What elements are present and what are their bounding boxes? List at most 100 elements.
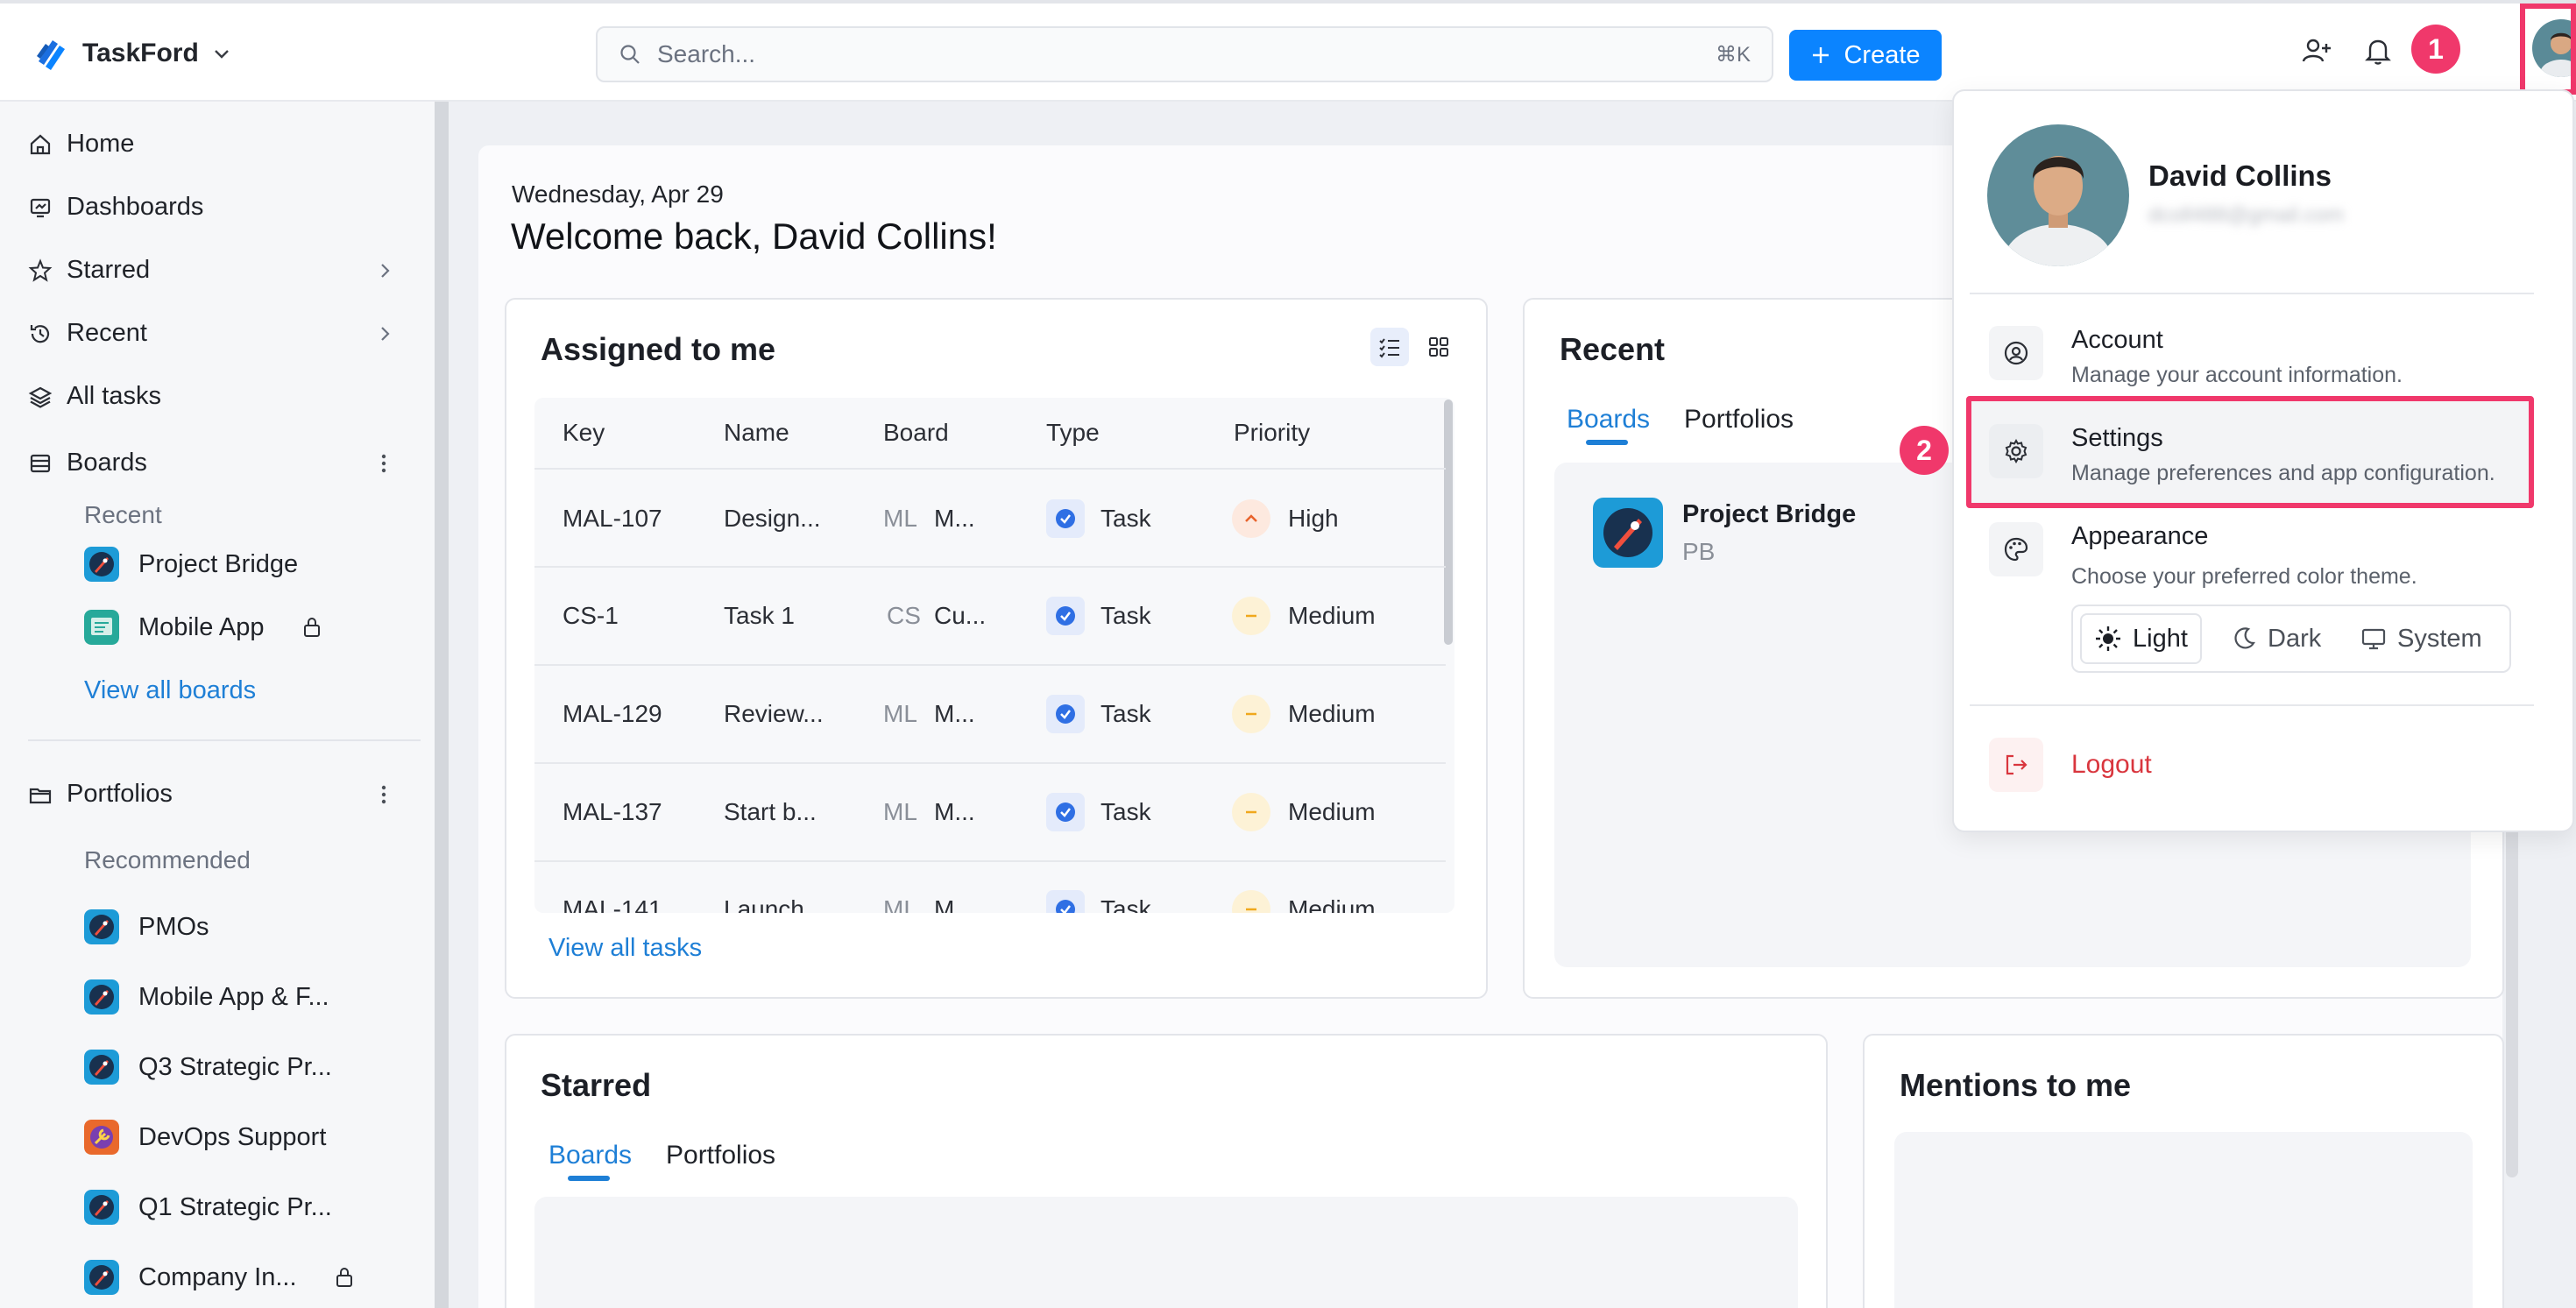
row-divider	[534, 860, 1446, 862]
theme-label: System	[2397, 624, 2482, 653]
priority-medium-icon	[1232, 890, 1270, 913]
theme-label: Light	[2133, 624, 2188, 653]
task-priority: Medium	[1288, 895, 1376, 913]
dashboard-icon	[30, 198, 51, 217]
rocket-icon	[84, 547, 119, 582]
profile-email: dcoll488@gmail.com	[2148, 203, 2345, 227]
account-description: Manage your account information.	[2071, 363, 2403, 387]
sidebar-item-portfolios[interactable]: Portfolios	[28, 780, 173, 809]
boards-more-icon[interactable]	[377, 450, 391, 477]
folder-icon	[29, 788, 52, 803]
board-abbr: ML	[883, 700, 917, 727]
sidebar-board-project-bridge[interactable]: Project Bridge	[84, 547, 298, 582]
row-divider	[534, 762, 1446, 764]
task-name: Start b...	[724, 798, 817, 825]
account-icon	[1989, 326, 2043, 380]
chevron-right-icon[interactable]	[375, 324, 394, 343]
view-all-tasks-link[interactable]: View all tasks	[548, 934, 702, 963]
task-type-icon	[1046, 695, 1085, 733]
board-name: M...	[934, 700, 975, 727]
task-name: Launch...	[724, 895, 825, 913]
sidebar-portfolio-item[interactable]: PMOs	[84, 909, 209, 944]
moon-icon	[2234, 627, 2255, 649]
view-all-boards-link[interactable]: View all boards	[84, 676, 256, 705]
welcome-heading: Welcome back, David Collins!	[511, 216, 997, 257]
priority-medium-icon	[1232, 597, 1270, 635]
starred-tab-portfolios[interactable]: Portfolios	[666, 1141, 775, 1170]
column-key[interactable]: Key	[563, 419, 605, 447]
current-date: Wednesday, Apr 29	[512, 180, 724, 208]
grid-view-icon[interactable]	[1419, 328, 1458, 366]
recent-board-item[interactable]: Project Bridge PB	[1593, 498, 1856, 568]
sidebar-scrollbar[interactable]	[435, 102, 449, 1308]
starred-tab-boards[interactable]: Boards	[548, 1141, 632, 1170]
task-name: Review...	[724, 700, 824, 727]
recent-board-abbr: PB	[1682, 537, 1716, 565]
sidebar-item-all-tasks[interactable]: All tasks	[28, 382, 161, 411]
boards-recent-heading: Recent	[84, 501, 162, 528]
theme-option-system[interactable]: System	[2360, 613, 2482, 664]
monitor-icon	[2361, 628, 2386, 650]
bell-icon[interactable]	[2362, 35, 2394, 67]
theme-label: Dark	[2268, 624, 2322, 653]
rocket-icon	[84, 1050, 119, 1085]
column-type[interactable]: Type	[1046, 419, 1100, 447]
list-check-icon	[1379, 338, 1399, 358]
portfolios-more-icon[interactable]	[377, 781, 391, 808]
logout-icon	[1989, 738, 2043, 792]
task-name: Task 1	[724, 602, 795, 629]
layers-icon	[28, 386, 53, 408]
column-board[interactable]: Board	[883, 419, 949, 447]
invite-user-icon[interactable]	[2301, 35, 2332, 67]
taskford-logo-icon	[37, 40, 65, 70]
plus-icon	[1813, 47, 1829, 63]
board-name: Cu...	[934, 602, 987, 629]
sidebar-board-mobile-app[interactable]: Mobile App	[84, 610, 322, 645]
star-icon	[28, 258, 53, 282]
settings-title: Settings	[2071, 424, 2163, 452]
theme-option-light[interactable]: Light	[2080, 613, 2202, 664]
search-placeholder: Search...	[657, 40, 756, 67]
list-view-icon[interactable]	[1370, 328, 1409, 366]
sidebar-portfolio-item[interactable]: Company In...	[84, 1260, 355, 1295]
table-scrollbar[interactable]	[1444, 399, 1453, 645]
sidebar-portfolio-item[interactable]: DevOps Support	[84, 1120, 326, 1155]
workspace-switcher[interactable]: TaskFord	[33, 35, 232, 72]
task-priority: Medium	[1288, 700, 1376, 727]
column-priority[interactable]: Priority	[1234, 419, 1310, 447]
recent-tab-boards[interactable]: Boards	[1567, 405, 1650, 435]
sidebar-item-boards[interactable]: Boards	[28, 449, 147, 477]
board-thumbnail-icon	[84, 610, 119, 645]
board-abbr: ML	[883, 895, 917, 913]
lock-icon	[336, 1268, 352, 1287]
wrench-icon	[84, 1120, 119, 1155]
search-icon	[620, 45, 640, 64]
starred-list	[534, 1197, 1798, 1308]
board-name: M...	[934, 895, 975, 913]
sidebar-item-starred[interactable]: Starred	[28, 256, 150, 285]
board-name: M...	[934, 798, 975, 825]
row-divider	[534, 566, 1446, 568]
portfolio-label: Q3 Strategic Pr...	[138, 1052, 332, 1081]
column-name[interactable]: Name	[724, 419, 789, 447]
task-type: Task	[1100, 700, 1151, 727]
task-type-icon	[1046, 499, 1085, 538]
search-input[interactable]: Search... ⌘K	[596, 26, 1773, 82]
sidebar-portfolio-item[interactable]: Q1 Strategic Pr...	[84, 1190, 332, 1225]
create-button[interactable]: Create	[1789, 30, 1942, 81]
sidebar-item-home[interactable]: Home	[28, 130, 134, 159]
task-priority: High	[1288, 505, 1339, 532]
profile-avatar	[1987, 124, 2129, 266]
task-type-icon	[1046, 597, 1085, 635]
sidebar-portfolio-item[interactable]: Mobile App & F...	[84, 979, 329, 1015]
chevron-right-icon[interactable]	[375, 261, 394, 280]
table-row-partial[interactable]: MAL-141 Launch... ML M... Task Medium	[534, 876, 1446, 913]
task-type: Task	[1100, 602, 1151, 629]
home-icon	[30, 134, 51, 154]
theme-option-dark[interactable]: Dark	[2231, 613, 2321, 664]
recent-tab-portfolios[interactable]: Portfolios	[1684, 405, 1794, 435]
sidebar-item-recent[interactable]: Recent	[28, 319, 147, 348]
starred-title: Starred	[541, 1067, 652, 1103]
sidebar-item-dashboards[interactable]: Dashboards	[28, 193, 203, 222]
sidebar-portfolio-item[interactable]: Q3 Strategic Pr...	[84, 1050, 332, 1085]
